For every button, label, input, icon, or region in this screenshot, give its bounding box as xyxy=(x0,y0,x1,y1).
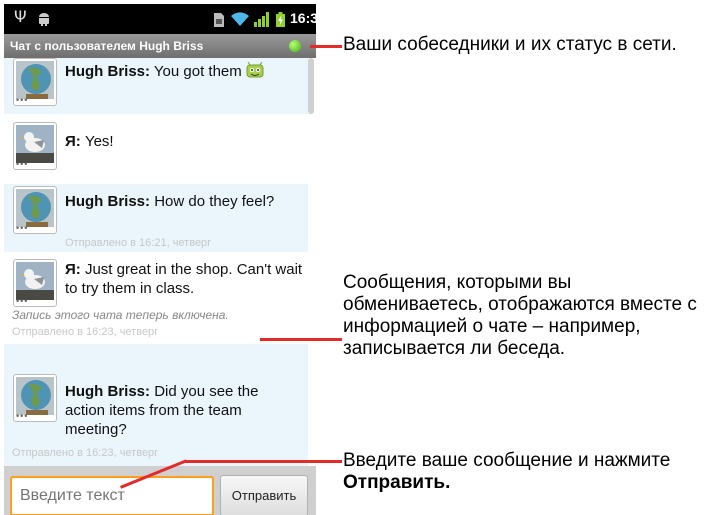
avatar[interactable]: ••• xyxy=(13,58,57,106)
more-dots-icon: ••• xyxy=(16,296,29,306)
callout-compose-text: Введите ваше сообщение и нажмите xyxy=(343,450,671,471)
message-text: Hugh Briss: Did you see the action items… xyxy=(65,382,297,439)
message-text: Hugh Briss: You got them xyxy=(65,61,305,81)
notice-timestamp: Отправлено в 16:23, четверг xyxy=(12,326,159,338)
battery-icon xyxy=(276,12,285,27)
chat-title-bar: Чат с пользователем Hugh Briss xyxy=(4,34,316,58)
seagull-avatar-image xyxy=(16,262,54,300)
callout-line-messages xyxy=(260,338,342,341)
seagull-avatar-image xyxy=(16,125,54,163)
message-item[interactable]: ••• Hugh Briss: Did you see the action i… xyxy=(4,344,308,466)
sim-icon xyxy=(214,13,224,27)
avatar[interactable]: ••• xyxy=(13,259,57,307)
callout-line-compose xyxy=(185,460,342,463)
globe-avatar-image xyxy=(16,61,54,99)
callout-line-status xyxy=(310,45,342,48)
usb-icon: Ψ xyxy=(14,7,27,26)
message-body: How do they feel? xyxy=(154,193,275,210)
android-icon xyxy=(39,13,49,26)
message-item[interactable]: ••• Я: Just great in the shop. Can't wai… xyxy=(4,252,308,312)
message-sender: Я: xyxy=(65,261,81,278)
more-dots-icon: ••• xyxy=(16,159,29,169)
compose-bar: Отправить xyxy=(4,466,316,515)
more-dots-icon: ••• xyxy=(16,95,29,105)
message-body: You got them xyxy=(153,63,242,80)
message-item[interactable]: ••• Hugh Briss: How do they feel? Отправ… xyxy=(4,184,308,252)
message-timestamp: Отправлено в 16:21, четверг xyxy=(65,237,212,249)
message-text: Я: Yes! xyxy=(65,132,295,151)
message-timestamp: Отправлено в 16:23, четверг xyxy=(12,447,159,459)
phone-screen: Ψ 16:30 Чат с пользователем Hugh Briss xyxy=(4,4,316,515)
callout-messages: Сообщения, которыми вы обмениваетесь, от… xyxy=(343,272,697,359)
message-sender: Hugh Briss: xyxy=(65,193,151,210)
callout-compose: Введите ваше сообщение и нажмите Отправи… xyxy=(343,450,703,494)
callout-compose-send-label: Отправить. xyxy=(343,472,451,493)
message-body: Just great in the shop. Can't wait to tr… xyxy=(65,261,303,297)
message-item[interactable]: ••• Я: Yes! xyxy=(4,114,308,184)
message-text: Я: Just great in the shop. Can't wait to… xyxy=(65,260,307,298)
message-item[interactable]: ••• Hugh Briss: You got them xyxy=(4,58,308,114)
avatar[interactable]: ••• xyxy=(13,122,57,170)
chat-log-notice: Запись этого чата теперь включена. xyxy=(12,308,229,322)
avatar[interactable]: ••• xyxy=(13,186,57,234)
avatar[interactable]: ••• xyxy=(13,374,57,422)
message-body: Yes! xyxy=(84,133,114,150)
message-input[interactable] xyxy=(10,476,214,515)
signal-icon xyxy=(254,12,269,27)
chat-title: Чат с пользователем Hugh Briss xyxy=(10,39,204,53)
more-dots-icon: ••• xyxy=(16,223,29,233)
message-text: Hugh Briss: How do they feel? xyxy=(65,192,287,211)
more-dots-icon: ••• xyxy=(16,411,29,421)
globe-avatar-image xyxy=(16,189,54,227)
scrollbar[interactable] xyxy=(308,58,314,114)
message-sender: Hugh Briss: xyxy=(65,383,151,400)
wifi-icon xyxy=(231,12,249,26)
online-status-icon[interactable] xyxy=(289,40,301,52)
message-sender: Hugh Briss: xyxy=(65,63,151,80)
callout-status: Ваши собеседники и их статус в сети. xyxy=(343,34,677,55)
android-smiley-icon xyxy=(246,61,264,78)
message-sender: Я: xyxy=(65,133,81,150)
send-button[interactable]: Отправить xyxy=(220,475,308,515)
clock: 16:30 xyxy=(290,10,316,26)
status-bar: Ψ 16:30 xyxy=(4,4,316,34)
globe-avatar-image xyxy=(16,377,54,415)
